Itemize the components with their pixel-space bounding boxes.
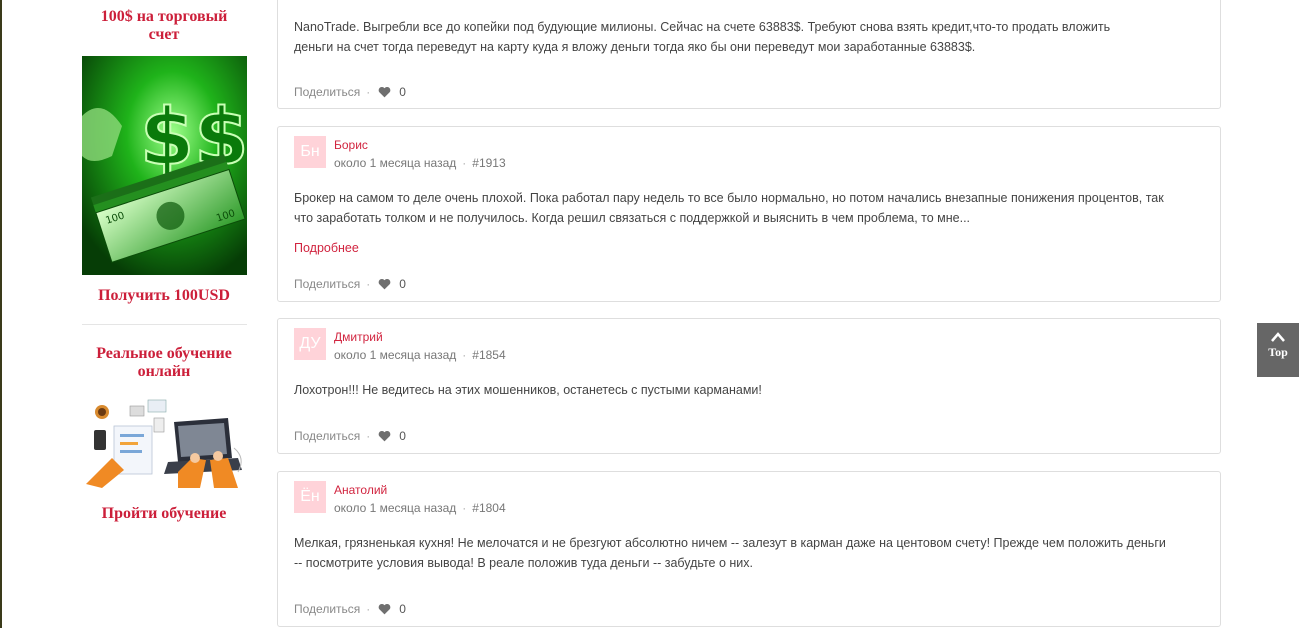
scroll-top-button[interactable]: Top — [1257, 323, 1299, 377]
comment-text: Лохотрон!!! Не ведитесь на этих мошенник… — [294, 381, 1200, 401]
avatar: Бн — [294, 136, 326, 168]
comment-text: Брокер на самом то деле очень плохой. По… — [294, 189, 1200, 228]
comment-card: Ён Анатолий около 1 месяца назад · #1804 М… — [277, 471, 1221, 627]
comment-actions: Поделиться · 0 — [294, 602, 406, 616]
promo2-title: Реальное обучение онлайн — [72, 345, 256, 381]
comment-actions: Поделиться · 0 — [294, 429, 406, 443]
separator-dot: · — [462, 156, 467, 170]
promo1-title-line2: счет — [148, 26, 180, 43]
money-image[interactable]: $$ 100 100 — [82, 56, 247, 275]
author-name[interactable]: Борис — [334, 138, 368, 152]
comment-id[interactable]: #1913 — [472, 156, 505, 170]
comment-actions: Поделиться · 0 — [294, 277, 406, 291]
comment-text-line: -- посмотрите условия вывода! В реале по… — [294, 555, 754, 570]
comment-actions: Поделиться · 0 — [294, 85, 406, 99]
heart-icon[interactable] — [378, 278, 391, 290]
like-count: 0 — [399, 602, 406, 616]
online-training-image[interactable] — [82, 398, 247, 488]
chevron-up-icon — [1271, 332, 1285, 342]
heart-icon[interactable] — [378, 430, 391, 442]
like-count: 0 — [399, 429, 406, 443]
read-more-link[interactable]: Подробнее — [294, 241, 359, 255]
separator-dot: · — [366, 429, 371, 443]
share-link[interactable]: Поделиться — [294, 277, 360, 291]
comment-text: Мелкая, грязненькая кухня! Не мелочатся … — [294, 534, 1200, 573]
comment-text-line: NanoTrade. Выгребли все до копейки под б… — [294, 20, 1111, 34]
comment-text-line: Брокер на самом то деле очень плохой. По… — [294, 191, 1164, 205]
page-left-edge — [0, 0, 2, 628]
comment-text-line: что заработать толком и не получилось. К… — [294, 210, 971, 225]
comment-time: около 1 месяца назад — [334, 501, 457, 515]
author-name[interactable]: Анатолий — [334, 483, 387, 497]
separator-dot: · — [366, 602, 371, 616]
share-link[interactable]: Поделиться — [294, 85, 360, 99]
promo1-link[interactable]: Получить 100USD — [72, 287, 256, 305]
scroll-top-label: Top — [1268, 345, 1288, 359]
separator-dot: · — [462, 348, 467, 362]
comment-meta: около 1 месяца назад · #1854 — [334, 348, 506, 362]
comment-id[interactable]: #1804 — [472, 501, 505, 515]
separator-dot: · — [462, 501, 467, 515]
promo1-title: 100$ на торговый счет — [72, 8, 256, 44]
avatar: Ён — [294, 481, 326, 513]
heart-icon[interactable] — [378, 603, 391, 615]
share-link[interactable]: Поделиться — [294, 602, 360, 616]
avatar: ДУ — [294, 328, 326, 360]
promo2-title-line1: Реальное обучение — [96, 345, 232, 362]
sidebar-divider — [82, 324, 247, 325]
comment-time: около 1 месяца назад — [334, 156, 457, 170]
author-name[interactable]: Дмитрий — [334, 330, 383, 344]
comment-text-line: Мелкая, грязненькая кухня! Не мелочатся … — [294, 536, 1166, 550]
comment-meta: около 1 месяца назад · #1913 — [334, 156, 506, 170]
comment-text-line: Лохотрон!!! Не ведитесь на этих мошенник… — [294, 383, 762, 397]
promo2-link[interactable]: Пройти обучение — [72, 505, 256, 523]
promo1-title-line1: 100$ на торговый — [100, 8, 228, 25]
share-link[interactable]: Поделиться — [294, 429, 360, 443]
like-count: 0 — [399, 85, 406, 99]
comment-card: NanoTrade. Выгребли все до копейки под б… — [277, 0, 1221, 109]
comment-card: ДУ Дмитрий около 1 месяца назад · #1854 Ло… — [277, 318, 1221, 454]
comment-text-line: деньги на счет тогда переведут на карту … — [294, 39, 976, 54]
separator-dot: · — [366, 277, 371, 291]
comment-time: около 1 месяца назад — [334, 348, 457, 362]
comment-text: NanoTrade. Выгребли все до копейки под б… — [294, 18, 1200, 57]
comment-meta: около 1 месяца назад · #1804 — [334, 501, 506, 515]
heart-icon[interactable] — [378, 86, 391, 98]
promo2-title-line2: онлайн — [137, 363, 191, 380]
comment-id[interactable]: #1854 — [472, 348, 505, 362]
separator-dot: · — [366, 85, 371, 99]
comment-card: Бн Борис около 1 месяца назад · #1913 Брок… — [277, 126, 1221, 302]
like-count: 0 — [399, 277, 406, 291]
